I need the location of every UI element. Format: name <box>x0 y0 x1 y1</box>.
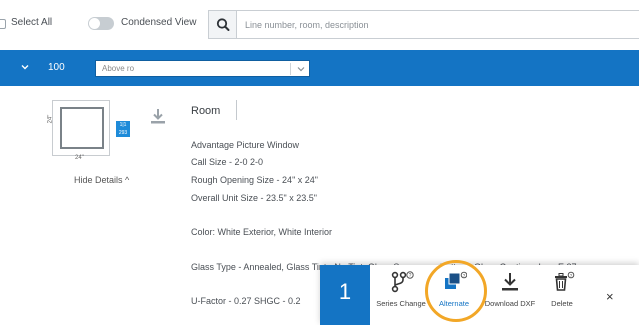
detail-color: Color: White Exterior, White Interior <box>191 227 333 237</box>
detail-call-size: Call Size - 2-0 2-0 <box>191 157 264 167</box>
highlight-ring <box>425 260 487 322</box>
room-divider <box>236 100 237 120</box>
search-input[interactable] <box>245 16 625 33</box>
line-quantity: 100 <box>48 62 65 73</box>
close-icon[interactable]: × <box>606 289 614 304</box>
detail-overall-size: Overall Unit Size - 23.5" x 23.5" <box>191 193 317 203</box>
series-change-label: Series Change <box>376 299 426 308</box>
condensed-view-label[interactable]: Condensed View <box>121 17 196 28</box>
collapse-chevron-icon[interactable] <box>20 62 30 72</box>
top-toolbar: Select All Condensed View <box>0 0 639 50</box>
search-icon <box>216 18 230 31</box>
select-all-label[interactable]: Select All <box>11 17 52 28</box>
download-image-icon[interactable] <box>149 107 167 125</box>
search-box <box>208 10 639 39</box>
chevron-down-icon <box>297 67 305 72</box>
search-button[interactable] <box>209 11 237 38</box>
selected-count: 1 <box>320 265 370 325</box>
line-item-bar: 100 Above ro <box>0 50 639 86</box>
location-select-value: Above ro <box>102 64 135 73</box>
delete-button[interactable]: ? Delete <box>543 270 581 308</box>
product-badge: 1|1 293 <box>116 121 130 137</box>
download-icon <box>502 273 518 291</box>
delete-label: Delete <box>551 299 573 308</box>
select-divider <box>290 63 291 75</box>
image-width-dimension: 24" <box>47 114 54 124</box>
detail-product-name: Advantage Picture Window <box>191 140 300 150</box>
window-frame-drawing <box>60 107 104 149</box>
download-dxf-label: Download DXF <box>484 299 536 308</box>
trash-icon: ? <box>555 271 575 291</box>
select-all-checkbox[interactable] <box>0 19 6 29</box>
series-change-icon: ? <box>391 271 414 293</box>
detail-rough-opening: Rough Opening Size - 24" x 24" <box>191 175 318 185</box>
product-thumbnail[interactable] <box>52 100 110 156</box>
toggle-knob <box>89 18 100 29</box>
location-select[interactable]: Above ro <box>95 60 310 77</box>
series-change-button[interactable]: ? Series Change <box>376 270 426 308</box>
image-height-dimension: 24" <box>75 155 84 161</box>
hide-details-link[interactable]: Hide Details ^ <box>74 175 129 185</box>
condensed-view-toggle[interactable] <box>88 17 114 30</box>
svg-text:?: ? <box>409 273 412 279</box>
detail-u-factor: U-Factor - 0.27 SHGC - 0.2 <box>191 296 301 306</box>
download-dxf-button[interactable]: Download DXF <box>482 270 538 308</box>
room-label[interactable]: Room <box>191 105 220 117</box>
